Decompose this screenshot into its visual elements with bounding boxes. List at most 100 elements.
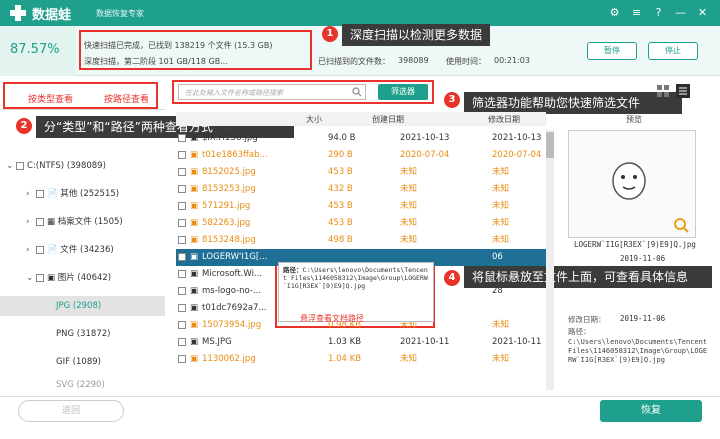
found-count: 398089 [398, 56, 429, 65]
table-row[interactable]: ▣ MS.JPG 1.03 KB 2021-10-11 2021-10-11 [176, 334, 546, 351]
row-checkbox[interactable] [178, 151, 186, 159]
file-size: 290 B [328, 150, 353, 160]
file-name: ms-logo-no-... [202, 286, 262, 296]
tree-item-images[interactable]: ⌄ ▣ 图片 (40642) [0, 268, 165, 288]
tree-item-archives[interactable]: › ▦ 档案文件 (1505) [0, 212, 165, 232]
file-name: 8153253.jpg [202, 184, 256, 194]
file-name: t01dc7692a7... [202, 303, 267, 313]
pause-button[interactable]: 暂停 [587, 42, 637, 60]
row-checkbox[interactable] [178, 253, 186, 261]
row-checkbox[interactable] [178, 287, 186, 295]
tree-item-other[interactable]: › 📄 其他 (252515) [0, 184, 165, 204]
title-bar: 数据蛙 数据恢复专家 ⚙ ≡ ? — ✕ [0, 0, 720, 26]
back-button[interactable]: 返回 [18, 400, 124, 422]
callout-filter: 筛选器功能帮助您快速筛选文件 [464, 92, 682, 114]
column-size[interactable]: 大小 [306, 114, 322, 125]
row-checkbox[interactable] [178, 134, 186, 142]
row-checkbox[interactable] [178, 304, 186, 312]
settings-icon[interactable]: ⚙ [608, 6, 621, 19]
checkbox[interactable] [36, 217, 44, 226]
row-checkbox[interactable] [178, 236, 186, 244]
image-file-icon: ▣ [190, 303, 199, 313]
table-row[interactable]: ▣ t01e1863ffab... 290 B 2020-07-04 2020-07-0… [176, 147, 546, 164]
search-icon[interactable] [352, 87, 362, 97]
tree-item-png[interactable]: PNG (31872) [0, 324, 165, 344]
preview-image [568, 130, 696, 238]
help-icon[interactable]: ? [652, 6, 665, 19]
checkbox[interactable] [16, 161, 24, 170]
tree-item-documents[interactable]: › 📄 文件 (34236) [0, 240, 165, 260]
file-name: 15073954.jpg [202, 320, 262, 330]
search-input[interactable]: 在此处输入文件名称或路径搜索 [178, 84, 366, 100]
column-created[interactable]: 创建日期 [372, 114, 404, 125]
file-name: $IX.H1SU.jpg [202, 133, 258, 143]
file-list-scrollbar[interactable] [546, 130, 554, 390]
table-row[interactable]: ▣ 8153248.jpg 498 B 未知 未知 [176, 232, 546, 249]
preview-filename: LOGERW`I1G[R3EX`[9)E9]Q.jpg [574, 240, 696, 249]
table-row[interactable]: ▣ $IX.H1SU.jpg 94.0 B 2021-10-13 2021-10-13 [176, 130, 546, 147]
row-checkbox[interactable] [178, 338, 186, 346]
row-checkbox[interactable] [178, 202, 186, 210]
image-file-icon: ▣ [190, 201, 199, 211]
column-modified[interactable]: 修改日期 [488, 114, 520, 125]
file-name: t01e1863ffab... [202, 150, 268, 160]
image-file-icon: ▣ [190, 320, 199, 330]
tree-item-gif[interactable]: GIF (1089) [0, 352, 165, 372]
row-checkbox[interactable] [178, 321, 186, 329]
image-file-icon: ▣ [190, 167, 199, 177]
tab-by-path[interactable]: 按路径查看 [104, 92, 149, 105]
stop-button[interactable]: 停止 [648, 42, 698, 60]
file-name: 571291.jpg [202, 201, 251, 211]
table-row[interactable]: ▣ 571291.jpg 453 B 未知 未知 [176, 198, 546, 215]
row-checkbox[interactable] [178, 270, 186, 278]
file-modified: 未知 [492, 354, 510, 364]
file-name: 582263.jpg [202, 218, 251, 228]
preview-path-label: 路径： [568, 327, 591, 336]
table-row[interactable]: ▣ 582263.jpg 453 B 未知 未知 [176, 215, 546, 232]
file-size: 453 B [328, 218, 353, 228]
row-checkbox[interactable] [178, 185, 186, 193]
scrollbar-thumb[interactable] [546, 132, 554, 158]
close-icon[interactable]: ✕ [696, 6, 709, 19]
menu-icon[interactable]: ≡ [630, 6, 643, 19]
file-size: 453 B [328, 167, 353, 177]
file-modified: 未知 [492, 184, 510, 194]
preview-path: C:\Users\lenovo\Documents\Tencent Files\… [568, 338, 708, 364]
preview-modified-label: 修改日期： [568, 315, 606, 324]
recover-button[interactable]: 恢复 [600, 400, 702, 422]
tree-item-svg[interactable]: SVG (2290) [0, 378, 165, 392]
tab-by-type[interactable]: 按类型查看 [28, 92, 73, 105]
grid-view-icon[interactable] [656, 84, 670, 98]
image-file-icon: ▣ [190, 269, 199, 279]
image-file-icon: ▣ [190, 184, 199, 194]
file-name: 8152025.jpg [202, 167, 256, 177]
app-subtitle: 数据恢复专家 [96, 9, 144, 18]
file-size: 94.0 B [328, 133, 356, 143]
found-label: 已扫描到的文件数： [318, 57, 390, 66]
filter-button[interactable]: 筛选器 [378, 84, 428, 100]
tree-item-jpg[interactable]: JPG (2908) [0, 296, 165, 316]
row-checkbox[interactable] [178, 168, 186, 176]
table-row[interactable]: ▣ 8152025.jpg 453 B 未知 未知 [176, 164, 546, 181]
file-size: 498 B [328, 235, 353, 245]
image-file-icon: ▣ [190, 252, 199, 262]
table-row[interactable]: ▣ 8153253.jpg 432 B 未知 未知 [176, 181, 546, 198]
callout-number: 4 [444, 270, 460, 286]
preview-date-created: 2019-11-06 [620, 254, 666, 263]
file-name: 8153248.jpg [202, 235, 256, 245]
image-file-icon: ▣ [190, 286, 199, 296]
tree-item-drive-c[interactable]: ⌄ C:(NTFS) (398089) [0, 156, 165, 176]
zoom-icon[interactable] [673, 217, 689, 233]
time-value: 00:21:03 [494, 56, 530, 65]
checkbox[interactable] [36, 273, 44, 282]
table-row[interactable]: ▣ 1130062.jpg 1.04 KB 未知 未知 [176, 351, 546, 368]
image-file-icon: ▣ [190, 218, 199, 228]
list-view-icon[interactable] [676, 84, 690, 98]
minimize-icon[interactable]: — [674, 6, 687, 19]
row-checkbox[interactable] [178, 355, 186, 363]
preview-title: 预览 [626, 115, 642, 124]
file-created: 2021-10-13 [400, 133, 450, 143]
checkbox[interactable] [36, 189, 44, 198]
row-checkbox[interactable] [178, 219, 186, 227]
checkbox[interactable] [36, 245, 44, 254]
